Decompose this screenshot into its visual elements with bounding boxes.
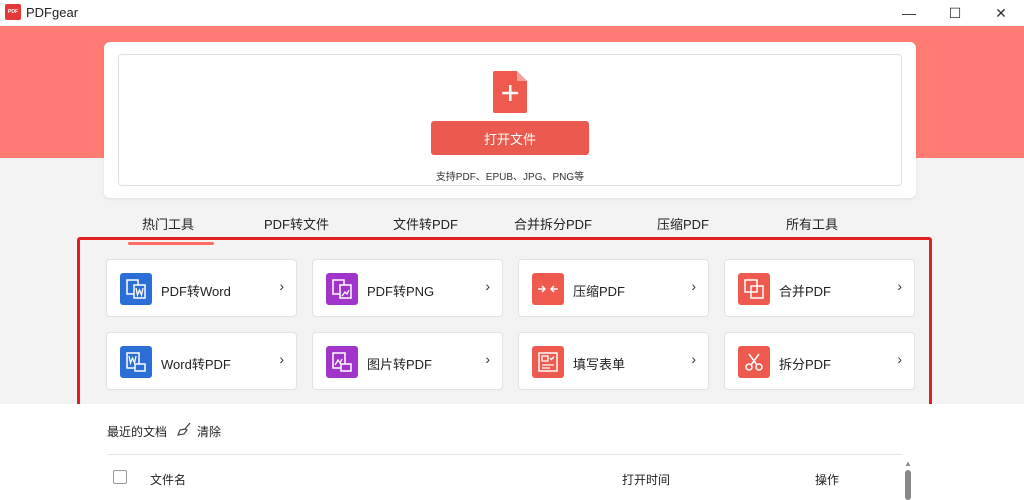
open-file-card: 打开文件 支持PDF、EPUB、JPG、PNG等: [104, 42, 916, 198]
maximize-button[interactable]: ☐: [932, 0, 978, 26]
tab-merge-split-pdf[interactable]: 合并拆分PDF: [514, 214, 592, 233]
tab-all-tools[interactable]: 所有工具: [786, 214, 838, 233]
scroll-up-arrow-icon[interactable]: ▲: [904, 459, 912, 468]
minimize-button[interactable]: —: [886, 0, 932, 26]
recent-documents-title: 最近的文档: [107, 425, 168, 439]
tab-popular-tools[interactable]: 热门工具: [142, 214, 194, 233]
select-all-checkbox[interactable]: [113, 470, 127, 484]
title-bar: PDF PDFgear — ☐ ✕: [0, 0, 1024, 26]
tab-file-to-pdf[interactable]: 文件转PDF: [393, 214, 458, 233]
tab-pdf-to-file[interactable]: PDF转文件: [264, 214, 329, 233]
app-logo-icon: PDF: [5, 4, 21, 20]
app-title: PDFgear: [26, 5, 79, 20]
recent-documents-panel: 最近的文档 清除 文件名 打开时间 操作 ▲: [0, 404, 1024, 500]
broom-icon[interactable]: [177, 421, 193, 437]
scrollbar-thumb[interactable]: [905, 470, 911, 500]
column-header-open-time: 打开时间: [622, 473, 671, 487]
column-header-filename: 文件名: [150, 473, 187, 487]
tab-compress-pdf[interactable]: 压缩PDF: [657, 214, 709, 233]
highlight-frame: [77, 237, 932, 417]
divider: [107, 454, 902, 455]
open-file-button[interactable]: 打开文件: [431, 121, 589, 155]
column-header-actions: 操作: [815, 473, 840, 487]
close-button[interactable]: ✕: [978, 0, 1024, 26]
add-file-icon: [493, 71, 527, 113]
file-drop-zone[interactable]: 打开文件 支持PDF、EPUB、JPG、PNG等: [118, 54, 902, 186]
supported-formats-text: 支持PDF、EPUB、JPG、PNG等: [435, 172, 585, 183]
clear-button[interactable]: 清除: [197, 423, 221, 440]
